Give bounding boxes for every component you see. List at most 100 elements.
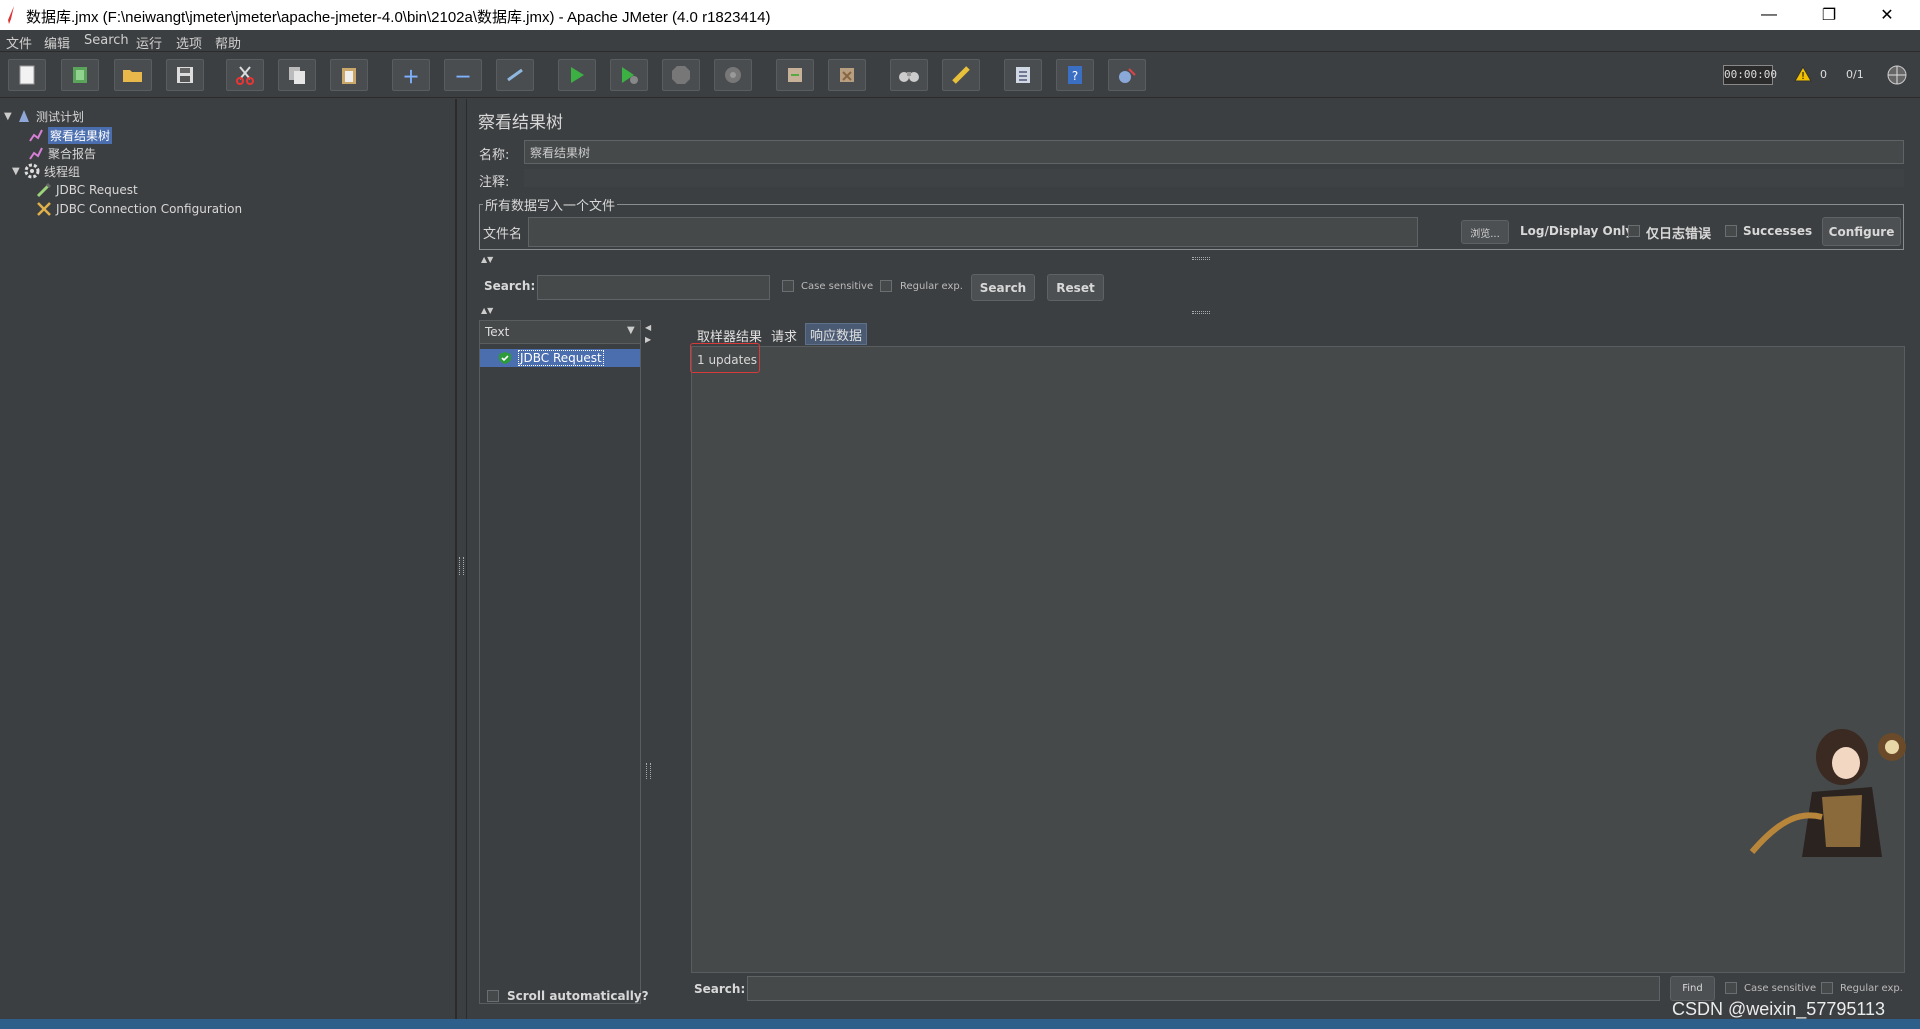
errors-only-checkbox[interactable] bbox=[1628, 225, 1640, 237]
expand-toggle-icon[interactable]: ▼ bbox=[12, 166, 24, 177]
test-plan-icon bbox=[16, 108, 32, 124]
expand-all-icon[interactable]: ＋ bbox=[392, 59, 430, 91]
toggle-icon[interactable] bbox=[496, 59, 534, 91]
case-sensitive-label: Case sensitive bbox=[801, 281, 874, 292]
comment-label: 注释: bbox=[479, 175, 510, 190]
csdn-watermark: CSDN @weixin_57795113 bbox=[1672, 999, 1886, 1019]
tree-item-view-results-tree[interactable]: 察看结果树 bbox=[28, 126, 113, 144]
menu-file[interactable]: 文件 bbox=[6, 33, 32, 52]
name-field[interactable]: 察看结果树 bbox=[524, 140, 1904, 164]
config-tools-icon bbox=[36, 201, 52, 217]
tree-label: 测试计划 bbox=[36, 109, 85, 124]
reset-search-icon[interactable] bbox=[942, 59, 980, 91]
search-binoculars-icon[interactable] bbox=[890, 59, 928, 91]
successes-label: Successes bbox=[1743, 224, 1813, 238]
divider-grip[interactable] bbox=[1192, 311, 1210, 314]
renderer-value: Text bbox=[485, 325, 510, 339]
bottom-search-input[interactable] bbox=[747, 976, 1660, 1001]
menu-run[interactable]: 运行 bbox=[136, 33, 162, 52]
minimize-button[interactable]: — bbox=[1746, 0, 1792, 30]
warning-count: 0 bbox=[1820, 68, 1827, 81]
menu-edit[interactable]: 编辑 bbox=[44, 33, 70, 52]
new-icon[interactable] bbox=[8, 59, 46, 91]
start-icon[interactable] bbox=[558, 59, 596, 91]
reset-button[interactable]: Reset bbox=[1047, 274, 1104, 301]
copy-icon[interactable] bbox=[278, 59, 316, 91]
renderer-select[interactable]: Text ▼ bbox=[480, 321, 640, 344]
tree-label: 聚合报告 bbox=[48, 146, 97, 161]
tree-item-jdbc-connection-configuration[interactable]: JDBC Connection Configuration bbox=[36, 200, 242, 218]
save-icon[interactable] bbox=[166, 59, 204, 91]
tree-label: 察看结果树 bbox=[48, 126, 113, 144]
search-input[interactable] bbox=[537, 275, 770, 300]
close-button[interactable]: ✕ bbox=[1864, 0, 1910, 30]
tree-label: JDBC Request bbox=[56, 183, 138, 197]
configure-button[interactable]: Configure bbox=[1822, 217, 1901, 246]
response-data-area[interactable]: 1 updates bbox=[690, 343, 1906, 973]
character-sticker-image bbox=[1749, 729, 1906, 857]
elapsed-timer: 00:00:00 bbox=[1723, 65, 1777, 85]
file-group-title: 所有数据写入一个文件 bbox=[483, 195, 618, 214]
divider-grip[interactable] bbox=[1192, 257, 1210, 260]
splitter-grip[interactable] bbox=[459, 557, 464, 575]
remote-globe-icon[interactable] bbox=[1886, 64, 1908, 86]
search-button[interactable]: Search bbox=[971, 274, 1035, 301]
browse-button[interactable]: 浏览... bbox=[1461, 220, 1509, 244]
shutdown-icon[interactable] bbox=[714, 59, 752, 91]
filename-field[interactable] bbox=[528, 217, 1418, 247]
paste-icon[interactable] bbox=[330, 59, 368, 91]
clear-icon[interactable] bbox=[776, 59, 814, 91]
menu-search[interactable]: Search bbox=[84, 33, 129, 48]
name-label: 名称: bbox=[479, 148, 510, 163]
tree-item-jdbc-request[interactable]: JDBC Request bbox=[36, 181, 138, 199]
bottom-regular-exp-checkbox[interactable] bbox=[1821, 982, 1833, 994]
collapse-arrows-icon[interactable]: ▲▼ bbox=[481, 306, 493, 315]
result-splitter[interactable]: ◀ ▶ bbox=[645, 323, 653, 1007]
tree-item-test-plan[interactable]: ▼ 测试计划 bbox=[4, 107, 84, 125]
response-text: 1 updates bbox=[697, 353, 757, 367]
open-icon[interactable] bbox=[114, 59, 152, 91]
start-no-pauses-icon[interactable] bbox=[610, 59, 648, 91]
find-button[interactable]: Find bbox=[1670, 976, 1715, 1001]
pane-splitter[interactable] bbox=[456, 99, 467, 1019]
menu-bar: 文件 编辑 Search 运行 选项 帮助 bbox=[0, 30, 1920, 52]
menu-options[interactable]: 选项 bbox=[176, 33, 202, 52]
regular-exp-checkbox[interactable] bbox=[880, 280, 892, 292]
function-helper-icon[interactable] bbox=[1004, 59, 1042, 91]
tab-request[interactable]: 请求 bbox=[767, 324, 801, 346]
sample-list: Text ▼ JDBC Request bbox=[479, 320, 641, 1004]
warning-icon[interactable]: ! bbox=[1794, 66, 1812, 82]
stop-icon[interactable] bbox=[662, 59, 700, 91]
thread-group-gear-icon bbox=[24, 163, 40, 179]
filename-label: 文件名 bbox=[483, 227, 523, 242]
collapse-arrows-icon[interactable]: ▲▼ bbox=[481, 255, 493, 264]
menu-help[interactable]: 帮助 bbox=[215, 33, 241, 52]
bottom-case-sensitive-checkbox[interactable] bbox=[1725, 982, 1737, 994]
cut-icon[interactable] bbox=[226, 59, 264, 91]
svg-text:?: ? bbox=[1072, 69, 1078, 83]
scroll-automatically-label: Scroll automatically? bbox=[507, 989, 649, 1003]
tree-item-aggregate-report[interactable]: 聚合报告 bbox=[28, 144, 96, 162]
help-icon[interactable]: ? bbox=[1056, 59, 1094, 91]
sample-row-jdbc-request[interactable]: JDBC Request bbox=[480, 349, 640, 367]
successes-checkbox[interactable] bbox=[1725, 225, 1737, 237]
expand-toggle-icon[interactable]: ▼ bbox=[4, 111, 16, 122]
tree-label: 线程组 bbox=[44, 164, 81, 179]
comment-field[interactable] bbox=[524, 169, 1904, 187]
sample-label: JDBC Request bbox=[518, 350, 604, 366]
clear-all-icon[interactable] bbox=[828, 59, 866, 91]
title-bar: 数据库.jmx (F:\neiwangt\jmeter\jmeter\apach… bbox=[0, 0, 1920, 30]
restore-button[interactable]: ❐ bbox=[1806, 0, 1852, 30]
scroll-automatically-checkbox[interactable] bbox=[487, 990, 499, 1002]
search-label: Search: bbox=[484, 279, 536, 293]
templates-icon[interactable] bbox=[61, 59, 99, 91]
tree-item-thread-group[interactable]: ▼ 线程组 bbox=[12, 162, 80, 180]
tab-response-data[interactable]: 响应数据 bbox=[805, 323, 868, 345]
case-sensitive-checkbox[interactable] bbox=[782, 280, 794, 292]
collapse-all-icon[interactable]: － bbox=[444, 59, 482, 91]
taskbar-strip bbox=[0, 1019, 1920, 1029]
chevron-down-icon[interactable]: ▼ bbox=[627, 325, 635, 336]
log-display-only-label: Log/Display Only: bbox=[1520, 224, 1638, 238]
remote-tools-icon[interactable] bbox=[1108, 59, 1146, 91]
svg-text:!: ! bbox=[1801, 71, 1805, 82]
